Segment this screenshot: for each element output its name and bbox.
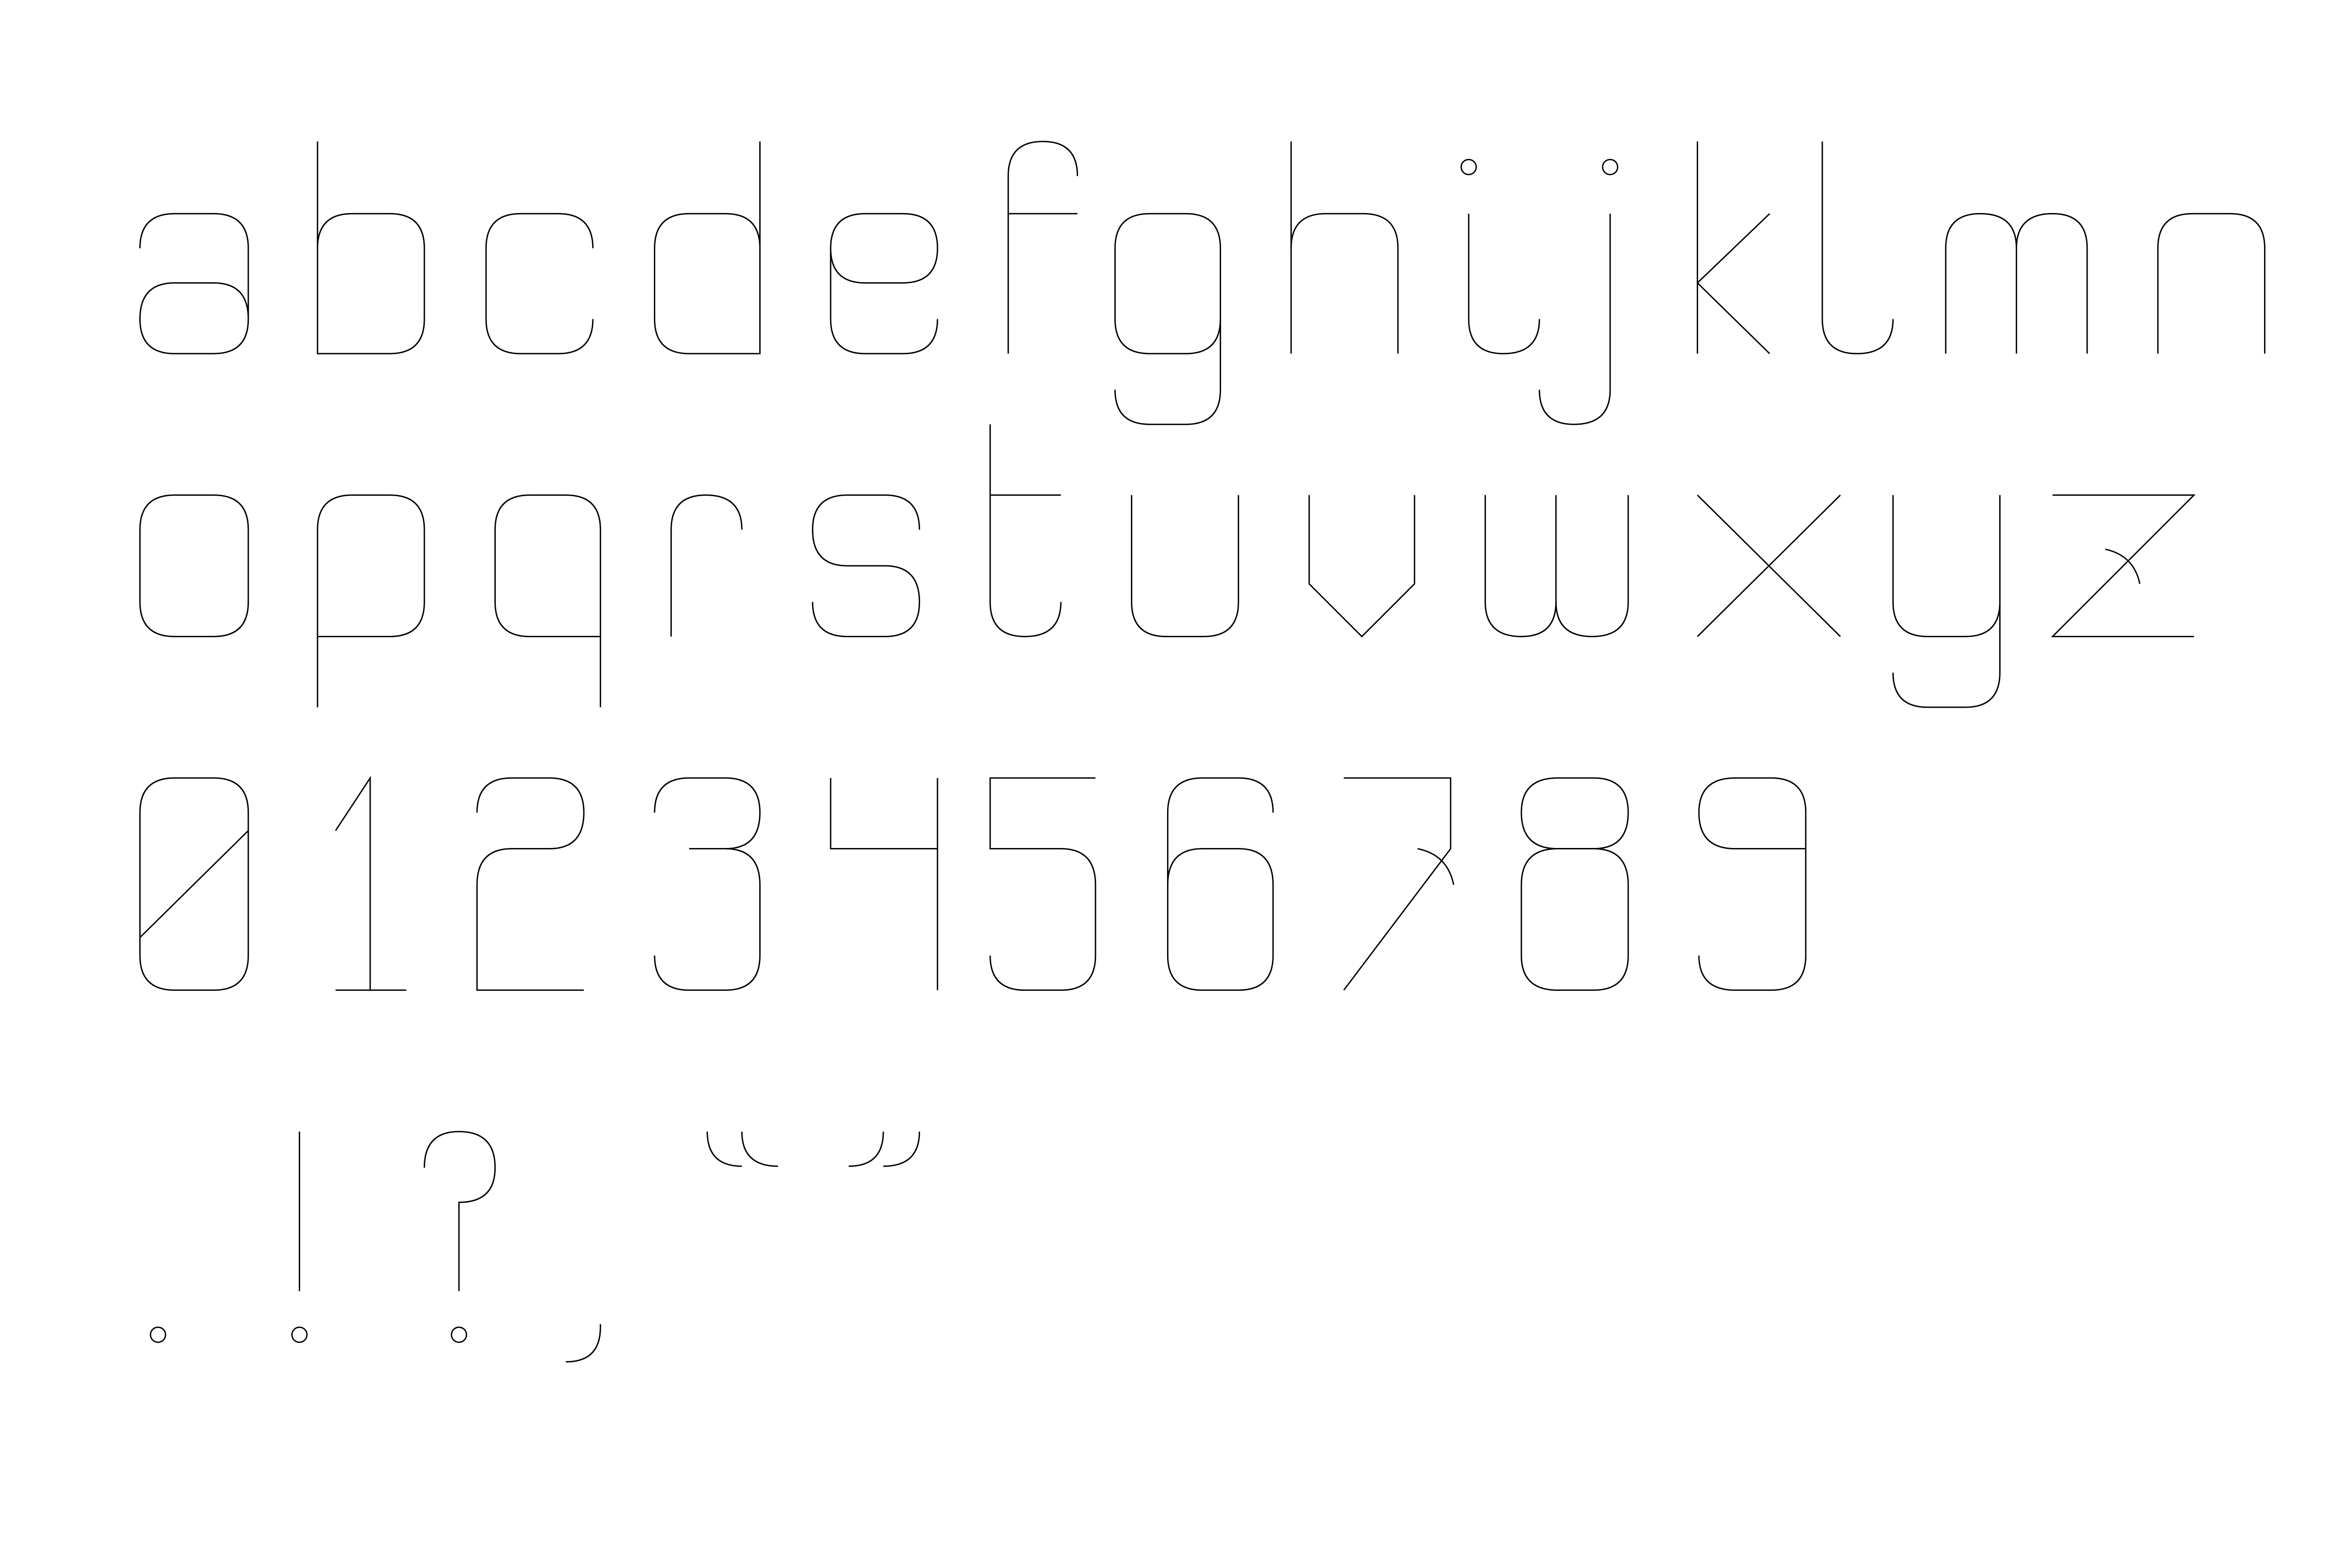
glyph-digit-2 [476,777,585,991]
glyph-digit-9 [1698,777,1807,991]
glyph-digit-4 [830,778,938,990]
glyph-f [1007,141,1078,354]
glyph-j [1539,158,1619,425]
row-digits [139,776,1807,991]
row-lowercase-a-n [139,141,2265,425]
glyph-open-quote [707,1132,778,1167]
glyph-digit-1 [335,776,406,991]
glyph-n [2157,213,2265,354]
glyph-digit-5 [989,777,1097,991]
glyph-h [1290,141,1399,354]
glyph-layer [139,141,2265,1363]
glyph-digit-3 [654,777,761,991]
glyph-z [2050,494,2196,637]
glyph-l [1821,141,1894,355]
glyph-comma [565,1324,601,1363]
glyph-question [423,1131,496,1343]
row-punctuation [150,1131,921,1363]
glyph-digit-0 [139,777,249,991]
glyph-close-quote [849,1132,921,1167]
glyph-d [654,141,761,355]
row-lowercase-o-z [139,424,2196,708]
glyph-period [150,1326,167,1343]
glyph-digit-7 [1343,777,1454,991]
glyph-m [1945,213,2088,354]
glyph-exclamation [291,1132,308,1343]
type-specimen [139,141,2265,1363]
glyph-y [1892,495,2001,708]
glyph-w [1484,495,1629,637]
glyph-o [139,494,249,637]
glyph-s [812,494,921,637]
glyph-c [485,213,594,355]
glyph-x [1697,494,1841,637]
glyph-u [1131,495,1240,637]
glyph-t [989,424,1062,637]
glyph-p [317,494,425,707]
glyph-i [1460,158,1540,355]
glyph-a [139,213,249,355]
glyph-e [830,213,938,355]
glyph-q [494,494,601,707]
glyph-digit-6 [1167,777,1274,991]
glyph-digit-8 [1520,777,1629,991]
glyph-k [1696,141,1771,354]
glyph-r [670,494,743,637]
glyph-b [317,141,425,355]
glyph-v [1308,495,1415,638]
glyph-g [1114,213,1221,425]
